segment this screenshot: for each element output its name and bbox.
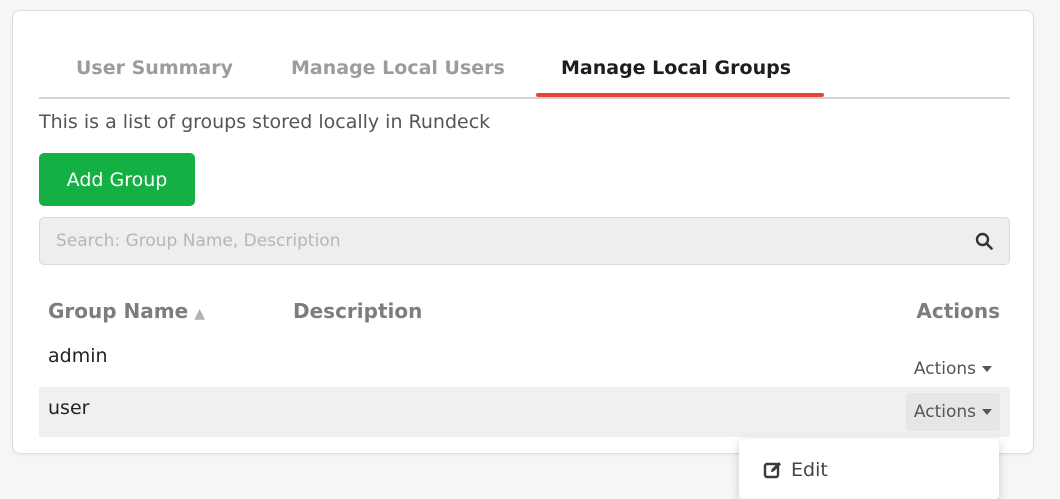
table-row: user Actions bbox=[39, 387, 1010, 437]
tab-bar: User Summary Manage Local Users Manage L… bbox=[39, 11, 1010, 99]
page-description: This is a list of groups stored locally … bbox=[39, 111, 491, 133]
tab-user-summary[interactable]: User Summary bbox=[76, 57, 233, 79]
actions-dropdown-button[interactable]: Actions bbox=[906, 350, 1000, 388]
group-name-cell: user bbox=[48, 397, 90, 419]
actions-label: Actions bbox=[913, 359, 976, 379]
column-header-actions: Actions bbox=[916, 299, 1000, 323]
table-row: admin Actions bbox=[39, 336, 1010, 386]
column-header-description: Description bbox=[293, 299, 423, 323]
active-tab-indicator bbox=[536, 93, 824, 97]
tab-manage-local-groups[interactable]: Manage Local Groups bbox=[561, 57, 791, 79]
group-name-cell: admin bbox=[48, 345, 108, 367]
dropdown-item-edit[interactable]: Edit bbox=[739, 449, 999, 491]
actions-dropdown-menu: Edit bbox=[739, 439, 999, 499]
tab-manage-local-users[interactable]: Manage Local Users bbox=[291, 57, 505, 79]
search-input[interactable] bbox=[40, 218, 960, 264]
groups-card: User Summary Manage Local Users Manage L… bbox=[12, 10, 1034, 454]
actions-label: Actions bbox=[913, 402, 976, 422]
caret-down-icon bbox=[982, 409, 992, 415]
actions-dropdown-button[interactable]: Actions bbox=[905, 393, 1000, 431]
edit-icon bbox=[763, 462, 781, 479]
search-bar bbox=[39, 217, 1010, 265]
caret-down-icon bbox=[982, 366, 992, 372]
sort-ascending-icon: ▲ bbox=[194, 306, 205, 322]
add-group-button[interactable]: Add Group bbox=[39, 153, 195, 206]
dropdown-item-edit-label: Edit bbox=[791, 459, 828, 481]
column-header-group-name[interactable]: Group Name ▲ bbox=[48, 299, 205, 323]
column-header-group-name-label: Group Name bbox=[48, 299, 189, 323]
search-icon[interactable] bbox=[975, 232, 993, 250]
